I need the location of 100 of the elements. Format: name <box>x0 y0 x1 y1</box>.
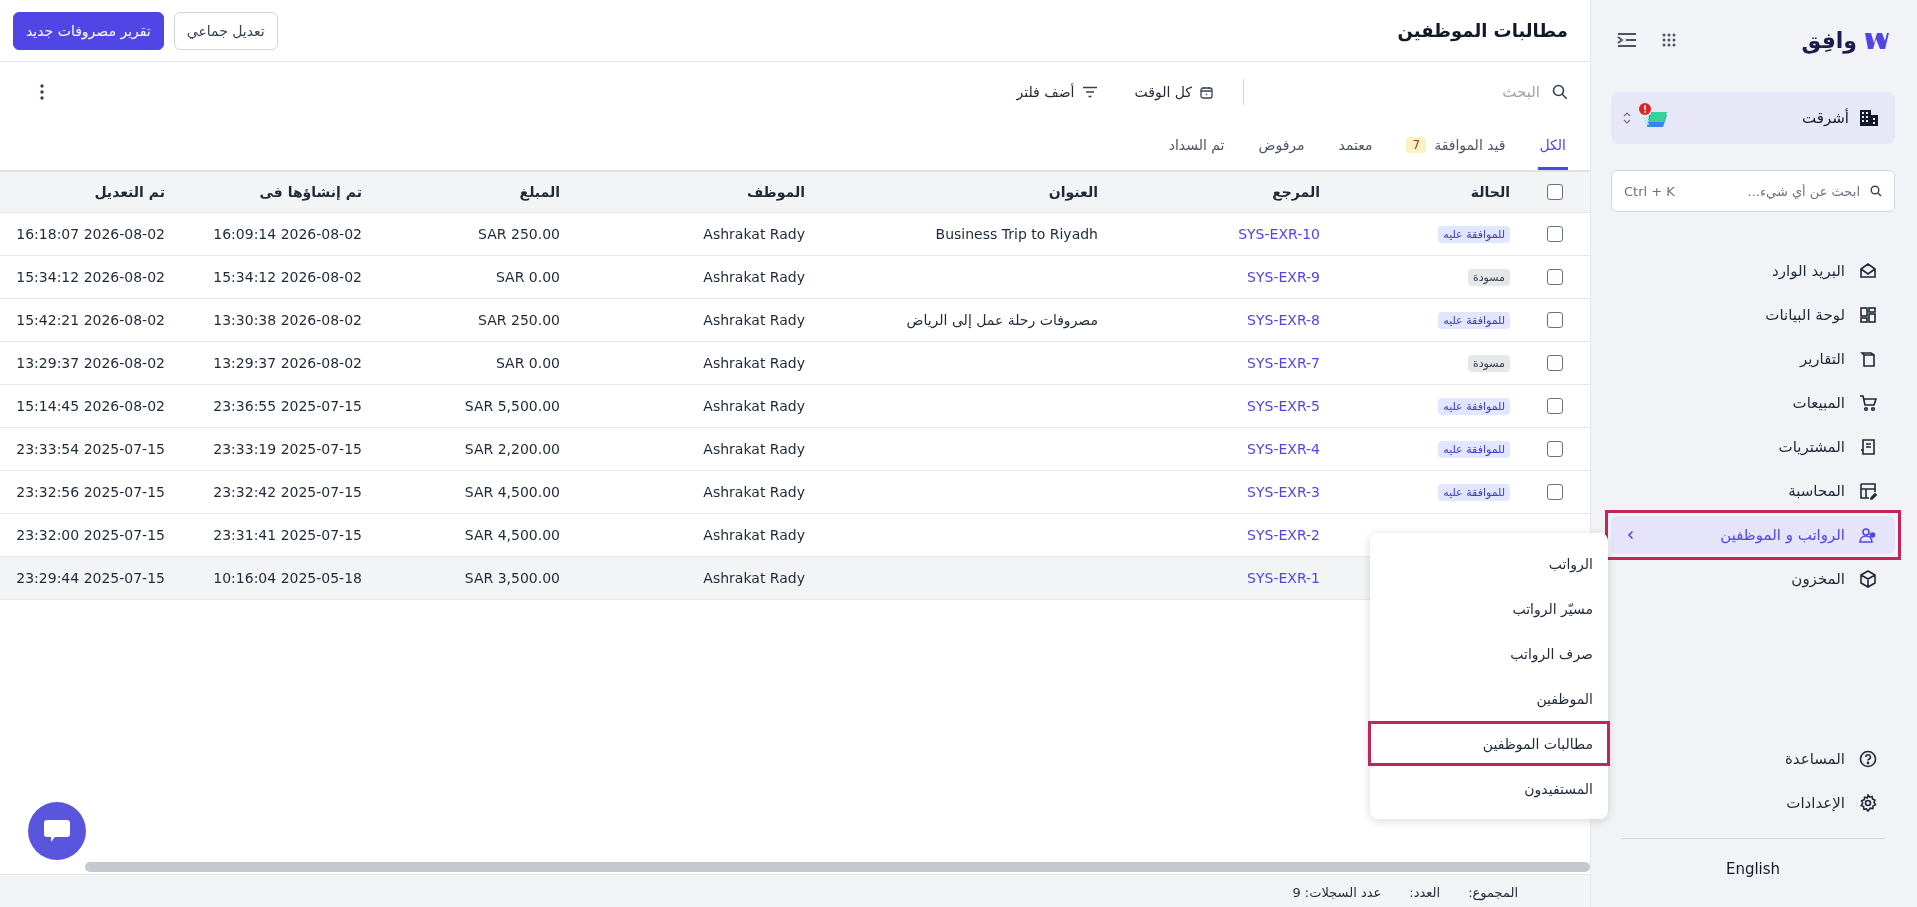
chevron-icon <box>1627 530 1634 540</box>
table-cell: 2026-08-02 13:29:37 <box>16 355 165 371</box>
nav-item[interactable]: المشتريات <box>1611 428 1895 466</box>
row-checkbox[interactable] <box>1547 226 1563 242</box>
nav-item[interactable]: لوحة البيانات <box>1611 296 1895 334</box>
calendar-icon <box>1200 85 1213 99</box>
table-cell: 2025-07-15 23:31:41 <box>213 527 362 543</box>
nav-item[interactable]: المخزون <box>1611 560 1895 598</box>
table-cell: Ashrakat Rady <box>703 226 805 242</box>
table-cell: SAR 250.00 <box>478 226 560 242</box>
row-checkbox[interactable] <box>1547 269 1563 285</box>
nav-item[interactable]: المبيعات <box>1611 384 1895 422</box>
nav-item[interactable]: التقارير <box>1611 340 1895 378</box>
row-checkbox[interactable] <box>1547 441 1563 457</box>
table-cell: SAR 5,500.00 <box>464 398 560 414</box>
column-header[interactable]: الحالة <box>1330 172 1520 212</box>
dashboard-icon <box>1859 306 1877 324</box>
settings-icon <box>1859 794 1877 812</box>
records-count: عدد السجلات: 9 <box>1292 885 1382 902</box>
submenu-item[interactable]: مسيّر الرواتب <box>1368 586 1610 631</box>
reference-link[interactable]: SYS-EXR-4 <box>1247 441 1320 457</box>
column-header[interactable]: المبلغ <box>372 172 570 212</box>
table-cell: 2025-05-18 10:16:04 <box>213 570 362 586</box>
reference-link[interactable]: SYS-EXR-9 <box>1247 269 1320 285</box>
status-tag: للموافقة عليه <box>1438 483 1510 501</box>
select-all-checkbox[interactable] <box>1547 184 1563 200</box>
row-checkbox[interactable] <box>1547 312 1563 328</box>
table-cell: Ashrakat Rady <box>703 484 805 500</box>
submenu-item[interactable]: الموظفين <box>1368 676 1610 721</box>
table-cell: Ashrakat Rady <box>703 269 805 285</box>
company-switcher[interactable]: أشرقت <box>1611 92 1895 144</box>
cart-icon <box>1859 394 1877 412</box>
apps-grid-icon[interactable] <box>1661 32 1677 48</box>
add-filter-button[interactable]: أضف فلتر <box>1010 84 1105 100</box>
reference-link[interactable]: SYS-EXR-5 <box>1247 398 1320 414</box>
table-cell: 2026-08-02 13:30:38 <box>213 312 362 328</box>
filter-tab[interactable]: معتمد <box>1336 122 1375 170</box>
nav-item[interactable]: الرواتب و الموظفين <box>1611 516 1895 554</box>
table-cell: SAR 4,500.00 <box>464 527 560 543</box>
table-cell: 2025-07-15 23:33:54 <box>16 441 165 457</box>
page-title: مطالبات الموظفين <box>1397 20 1568 41</box>
reference-link[interactable]: SYS-EXR-3 <box>1247 484 1320 500</box>
table-cell: 2026-08-02 15:34:12 <box>16 269 165 285</box>
reference-link[interactable]: SYS-EXR-2 <box>1247 527 1320 543</box>
date-filter-button[interactable]: كل الوقت <box>1128 84 1219 100</box>
table-cell: 2026-08-02 15:14:45 <box>16 398 165 414</box>
bulk-edit-button[interactable]: تعديل جماعي <box>173 11 278 50</box>
table-cell: 2025-07-15 23:36:55 <box>213 398 362 414</box>
nav-item[interactable]: الإعدادات <box>1611 784 1895 822</box>
table-cell: SAR 2,200.00 <box>464 441 560 457</box>
status-tag: للموافقة عليه <box>1438 225 1510 243</box>
submenu-item[interactable]: الرواتب <box>1368 541 1610 586</box>
more-options-icon[interactable] <box>40 84 44 100</box>
reference-link[interactable]: SYS-EXR-10 <box>1238 226 1320 242</box>
row-checkbox[interactable] <box>1547 484 1563 500</box>
table-cell: Business Trip to Riyadh <box>935 226 1098 242</box>
column-header[interactable]: تم إنشاؤها فى <box>175 172 372 212</box>
filter-tab[interactable]: تم السداد <box>1166 122 1227 170</box>
table-cell: Ashrakat Rady <box>703 570 805 586</box>
status-tag: للموافقة عليه <box>1438 397 1510 415</box>
status-tag: للموافقة عليه <box>1438 311 1510 329</box>
column-header[interactable]: تم التعديل <box>0 172 175 212</box>
table-cell: Ashrakat Rady <box>703 527 805 543</box>
table-cell: 2026-08-02 16:09:14 <box>213 226 362 242</box>
column-header[interactable]: الموظف <box>570 172 815 212</box>
row-checkbox[interactable] <box>1547 355 1563 371</box>
table-cell: SAR 0.00 <box>495 355 560 371</box>
reference-link[interactable]: SYS-EXR-8 <box>1247 312 1320 328</box>
nav-item[interactable]: البريد الوارد <box>1611 252 1895 290</box>
language-link[interactable]: English <box>1611 839 1895 899</box>
column-header[interactable]: العنوان <box>815 172 1108 212</box>
status-tag: مسودة <box>1467 354 1510 372</box>
table-cell: 2026-08-02 13:29:37 <box>213 355 362 371</box>
table-cell: 2026-08-02 15:42:21 <box>16 312 165 328</box>
table-cell: SAR 4,500.00 <box>464 484 560 500</box>
count-label: العدد: <box>1409 885 1441 902</box>
box-icon <box>1859 570 1877 588</box>
table-cell: مصروفات رحلة عمل إلى الرياض <box>906 312 1098 328</box>
building-icon <box>1859 109 1879 127</box>
submenu-item[interactable]: صرف الرواتب <box>1368 631 1610 676</box>
table-edit-icon <box>1859 482 1877 500</box>
reference-link[interactable]: SYS-EXR-1 <box>1247 570 1320 586</box>
nav-item[interactable]: المحاسبة <box>1611 472 1895 510</box>
table-cell: Ashrakat Rady <box>703 441 805 457</box>
filter-tab[interactable]: مرفوض <box>1256 122 1307 170</box>
reference-link[interactable]: SYS-EXR-7 <box>1247 355 1320 371</box>
submenu-item[interactable]: المستفيدون <box>1368 766 1610 811</box>
column-header[interactable]: المرجع <box>1108 172 1330 212</box>
row-checkbox[interactable] <box>1547 398 1563 414</box>
new-report-button[interactable]: تقرير مصروفات جديد <box>13 11 164 50</box>
nav-item[interactable]: المساعدة <box>1611 740 1895 778</box>
collapse-menu-icon[interactable] <box>1617 32 1637 48</box>
table-cell: 2026-08-02 16:18:07 <box>16 226 165 242</box>
total-label: المجموع: <box>1468 885 1518 903</box>
scrollbar-thumb[interactable] <box>85 862 1590 872</box>
table-cell: Ashrakat Rady <box>703 312 805 328</box>
chat-button[interactable] <box>28 802 86 860</box>
inbox-icon <box>1859 262 1877 280</box>
receipt-icon <box>1859 438 1877 456</box>
submenu-item[interactable]: مطالبات الموظفين <box>1368 721 1610 766</box>
